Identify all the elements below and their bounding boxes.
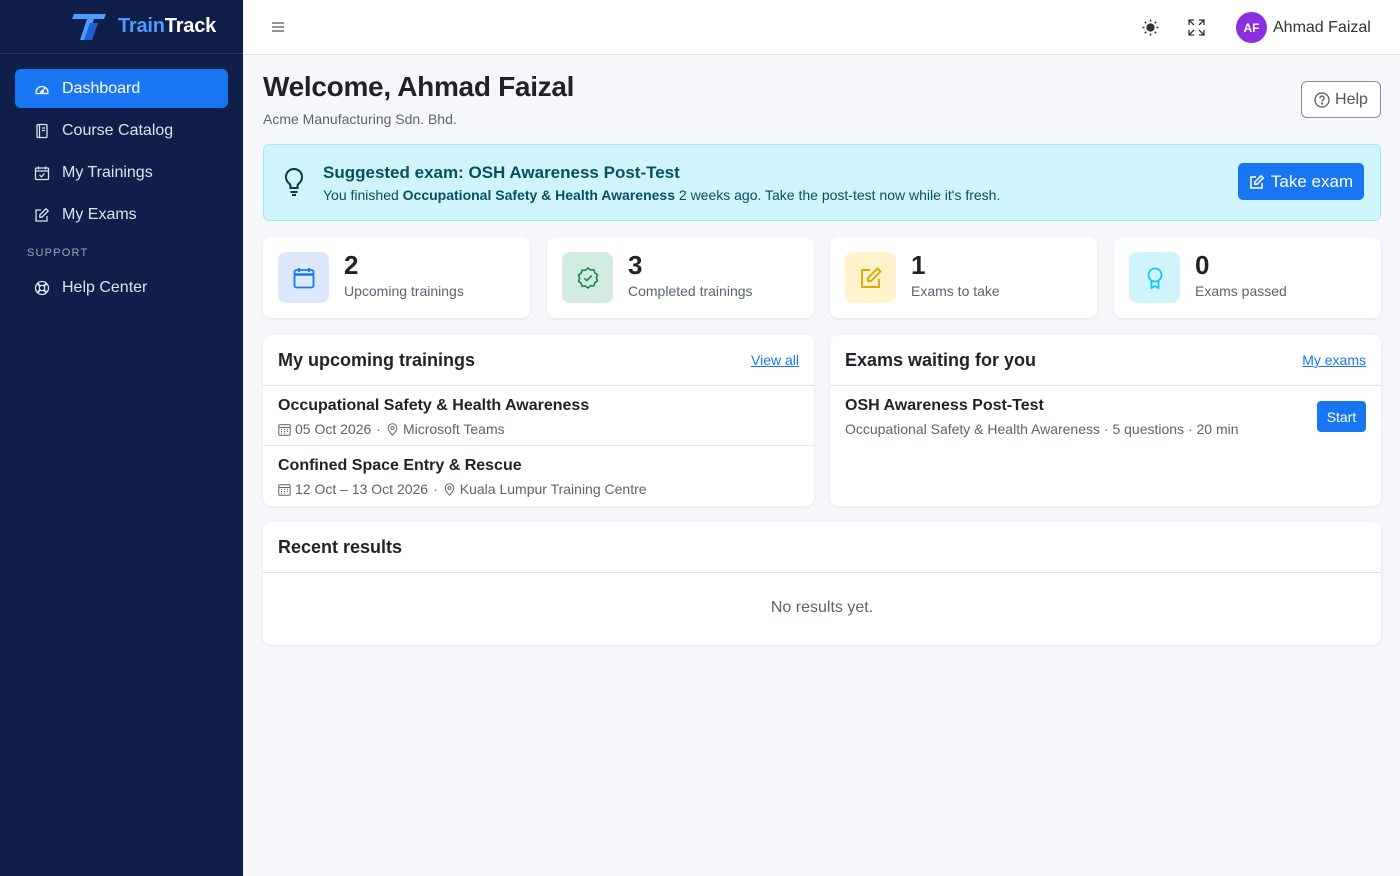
location-pin-icon bbox=[444, 482, 455, 496]
fullscreen-icon[interactable] bbox=[1188, 19, 1205, 36]
traintrack-logo-icon bbox=[72, 13, 106, 40]
sidebar-item-course-catalog[interactable]: Course Catalog bbox=[15, 111, 228, 150]
sidebar-item-label: Dashboard bbox=[62, 79, 141, 97]
brand-name-part1: Train bbox=[118, 15, 165, 37]
training-date: 12 Oct – 13 Oct 2026 bbox=[295, 481, 429, 497]
lifebuoy-icon bbox=[34, 280, 50, 295]
recent-results-card: Recent results No results yet. bbox=[263, 522, 1381, 645]
company-name: Acme Manufacturing Sdn. Bhd. bbox=[263, 111, 457, 127]
exams-waiting-card: Exams waiting for you My exams OSH Aware… bbox=[830, 335, 1381, 506]
badge-check-icon bbox=[577, 266, 598, 289]
help-button-label: Help bbox=[1335, 90, 1368, 108]
sun-icon[interactable] bbox=[1141, 18, 1160, 37]
brand[interactable]: TrainTrack bbox=[0, 0, 243, 54]
dashboard-gauge-icon bbox=[35, 85, 49, 94]
suggested-exam-suffix: 2 weeks ago. Take the post-test now whil… bbox=[675, 187, 1001, 203]
pencil-square-icon bbox=[860, 266, 882, 288]
sidebar-item-my-trainings[interactable]: My Trainings bbox=[15, 153, 228, 192]
meta-separator: · bbox=[376, 421, 381, 437]
training-meta: 05 Oct 2026 · Microsoft Teams bbox=[278, 421, 505, 437]
sidebar-item-label: My Trainings bbox=[62, 163, 153, 181]
stat-label: Completed trainings bbox=[628, 283, 753, 299]
training-title: Confined Space Entry & Rescue bbox=[278, 457, 522, 474]
sidebar-item-my-exams[interactable]: My Exams bbox=[15, 195, 228, 234]
topbar: AF Ahmad Faizal bbox=[243, 0, 1400, 55]
stat-label: Upcoming trainings bbox=[344, 283, 464, 299]
training-list-item[interactable]: Confined Space Entry & Rescue 12 Oct – 1… bbox=[263, 446, 814, 506]
sidebar-item-dashboard[interactable]: Dashboard bbox=[15, 69, 228, 108]
training-location: Microsoft Teams bbox=[402, 421, 505, 437]
sidebar-item-label: Course Catalog bbox=[62, 121, 174, 139]
sidebar-item-label: My Exams bbox=[62, 205, 137, 223]
upcoming-trainings-card: My upcoming trainings View all Occupatio… bbox=[263, 335, 814, 506]
stat-value: 3 bbox=[628, 250, 643, 280]
take-exam-button[interactable]: Take exam bbox=[1238, 163, 1364, 200]
stat-card-upcoming-trainings: 2 Upcoming trainings bbox=[263, 237, 530, 318]
card-header: My upcoming trainings View all bbox=[263, 335, 814, 386]
stat-label: Exams to take bbox=[911, 283, 1000, 299]
training-list-item[interactable]: Occupational Safety & Health Awareness 0… bbox=[263, 386, 814, 446]
stat-icon-wrap bbox=[1129, 252, 1180, 303]
my-exams-link[interactable]: My exams bbox=[1302, 352, 1366, 368]
stat-icon-wrap bbox=[278, 252, 329, 303]
user-name: Ahmad Faizal bbox=[1273, 18, 1371, 36]
calendar-icon bbox=[278, 483, 291, 496]
empty-state-message: No results yet. bbox=[770, 599, 874, 616]
hamburger-icon[interactable] bbox=[271, 20, 285, 34]
page-title: Welcome, Ahmad Faizal bbox=[263, 71, 575, 102]
brand-name-part2: Track bbox=[164, 15, 217, 37]
start-exam-button[interactable]: Start bbox=[1317, 401, 1366, 432]
training-location: Kuala Lumpur Training Centre bbox=[459, 481, 647, 497]
card-title: Exams waiting for you bbox=[845, 350, 1037, 370]
stat-icon-wrap bbox=[562, 252, 613, 303]
training-meta: 12 Oct – 13 Oct 2026 · Kuala Lumpur Trai… bbox=[278, 481, 647, 497]
user-menu[interactable]: AF Ahmad Faizal bbox=[1236, 12, 1371, 43]
exam-meta: Occupational Safety & Health Awareness ·… bbox=[845, 421, 1239, 437]
stat-value: 2 bbox=[344, 250, 359, 280]
location-pin-icon bbox=[387, 422, 398, 436]
suggested-exam-alert: Suggested exam: OSH Awareness Post-Test … bbox=[263, 144, 1381, 221]
sidebar-section-support: SUPPORT bbox=[27, 247, 89, 259]
stat-value: 0 bbox=[1195, 250, 1210, 280]
card-title: Recent results bbox=[278, 537, 403, 557]
card-header: Recent results bbox=[263, 522, 1381, 573]
award-icon bbox=[1147, 267, 1162, 290]
stat-card-completed-trainings: 3 Completed trainings bbox=[547, 237, 814, 318]
avatar: AF bbox=[1236, 12, 1267, 43]
help-button[interactable]: Help bbox=[1301, 81, 1381, 118]
calendar-icon bbox=[278, 423, 291, 436]
exam-title: OSH Awareness Post-Test bbox=[845, 397, 1044, 414]
sidebar: TrainTrack Dashboard Course Catalog My T… bbox=[0, 0, 243, 876]
meta-separator: · bbox=[433, 481, 438, 497]
stat-card-exams-to-take: 1 Exams to take bbox=[830, 237, 1097, 318]
stat-icon-wrap bbox=[845, 252, 896, 303]
sidebar-nav: Dashboard Course Catalog My Trainings My… bbox=[0, 54, 243, 307]
training-date: 05 Oct 2026 bbox=[295, 421, 372, 437]
exam-list-item: OSH Awareness Post-Test Occupational Saf… bbox=[830, 386, 1381, 446]
card-title: My upcoming trainings bbox=[278, 350, 476, 370]
take-exam-label: Take exam bbox=[1270, 171, 1354, 191]
suggested-exam-course: Occupational Safety & Health Awareness bbox=[402, 187, 675, 203]
calendar-icon bbox=[293, 267, 314, 288]
question-circle-icon bbox=[1314, 91, 1330, 108]
sidebar-item-help-center[interactable]: Help Center bbox=[15, 268, 228, 307]
pencil-square-icon bbox=[35, 207, 50, 222]
brand-name: TrainTrack bbox=[118, 15, 216, 38]
training-title: Occupational Safety & Health Awareness bbox=[278, 397, 590, 414]
suggested-exam-title: Suggested exam: OSH Awareness Post-Test bbox=[323, 163, 680, 182]
calendar-check-icon bbox=[34, 166, 50, 180]
card-header: Exams waiting for you My exams bbox=[830, 335, 1381, 386]
suggested-exam-message: You finished Occupational Safety & Healt… bbox=[323, 187, 1000, 203]
lightbulb-icon bbox=[284, 167, 304, 196]
pencil-square-icon bbox=[1250, 174, 1265, 189]
sidebar-item-label: Help Center bbox=[62, 278, 148, 296]
suggested-exam-prefix: You finished bbox=[323, 187, 403, 203]
stat-card-exams-passed: 0 Exams passed bbox=[1114, 237, 1381, 318]
book-icon bbox=[36, 123, 48, 138]
stat-label: Exams passed bbox=[1195, 283, 1287, 299]
stat-value: 1 bbox=[911, 250, 926, 280]
view-all-link[interactable]: View all bbox=[751, 352, 799, 368]
